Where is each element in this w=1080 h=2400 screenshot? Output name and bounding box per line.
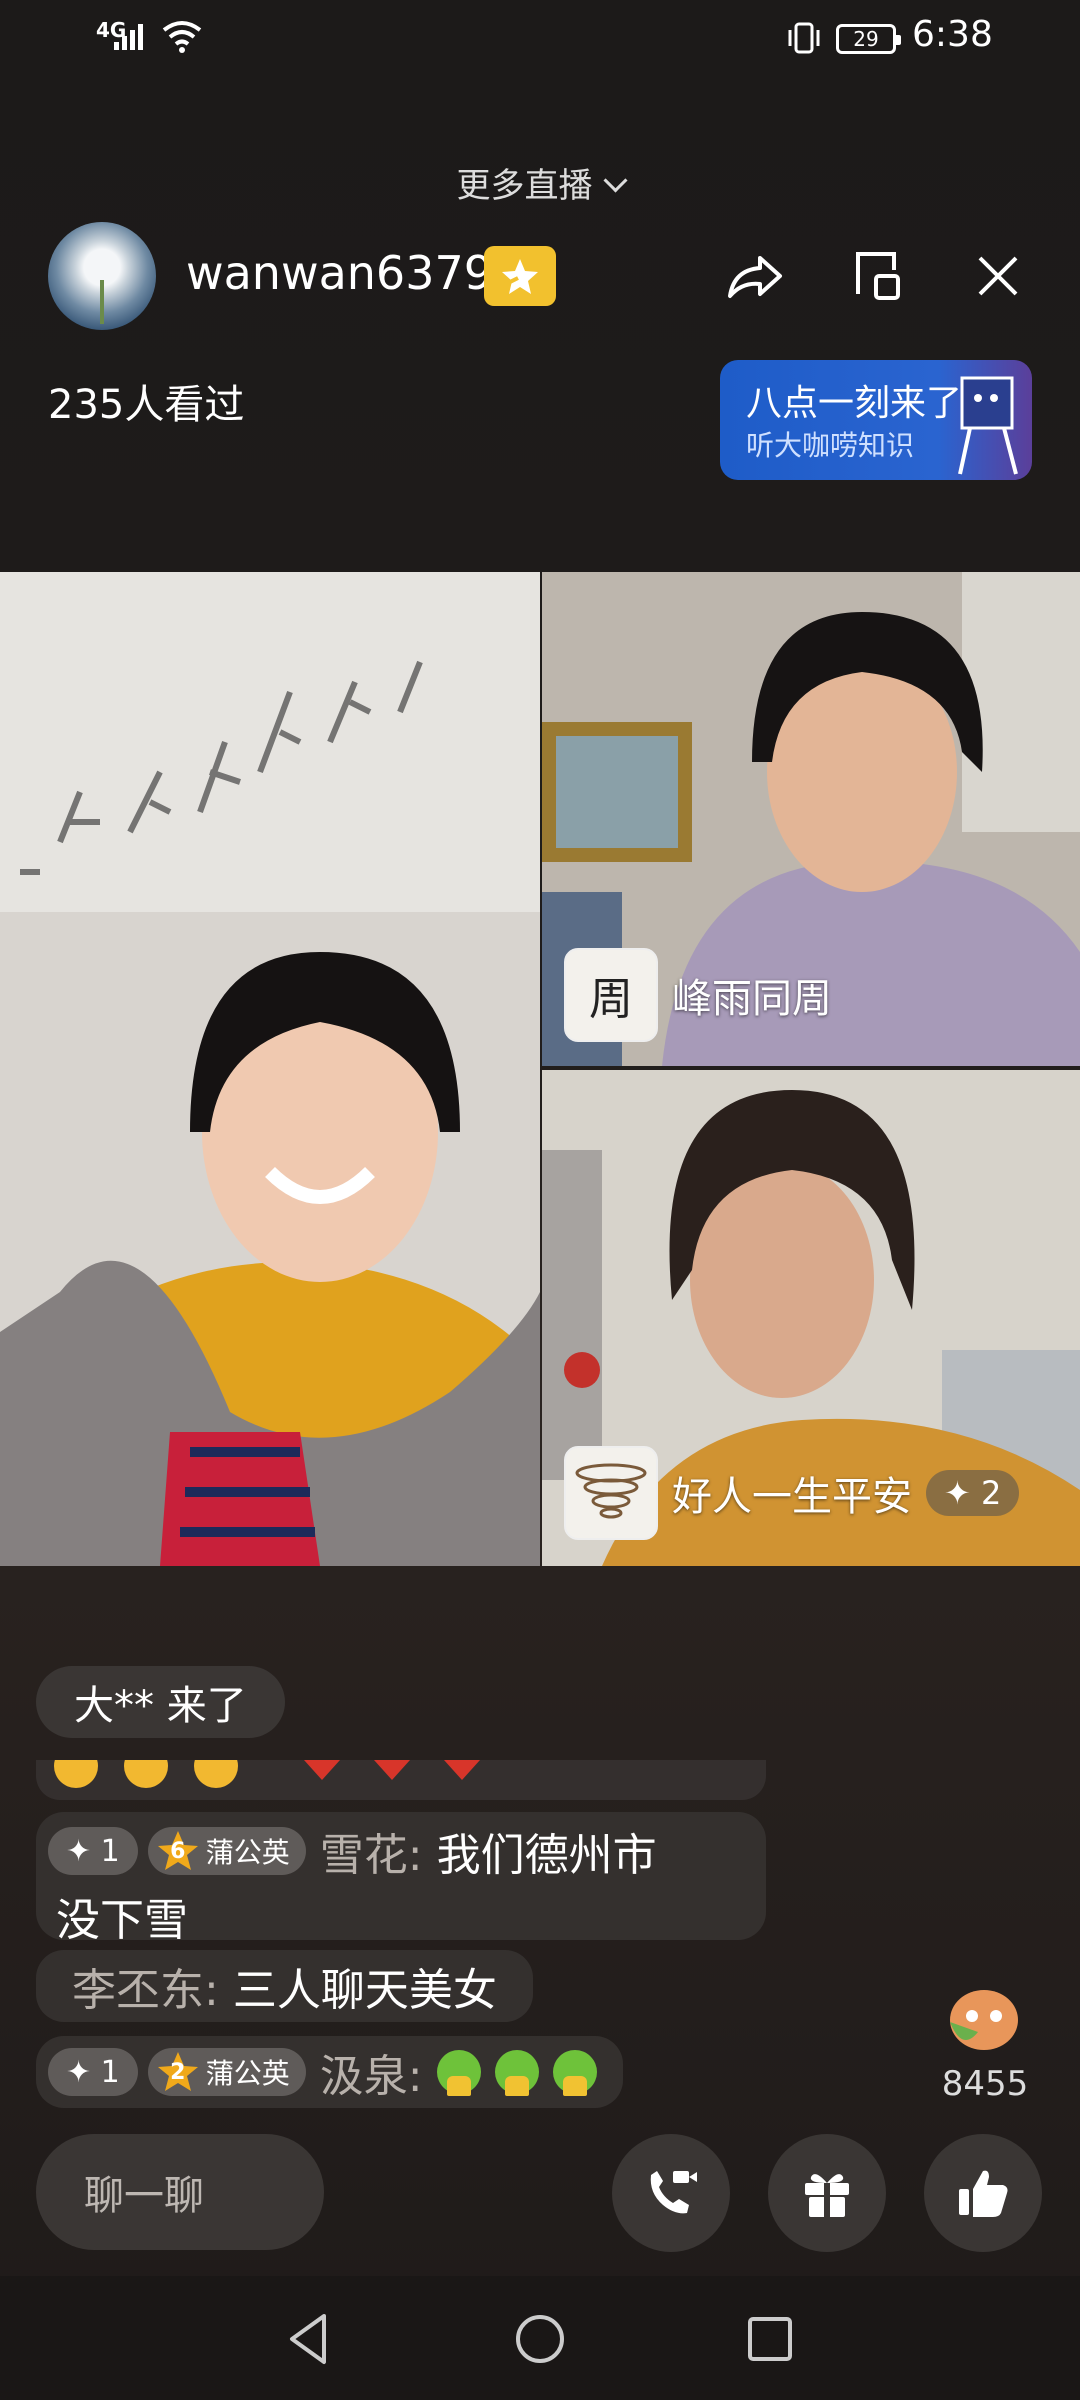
like-animation-icon[interactable] bbox=[942, 1982, 1026, 2052]
level-star-icon: 2 bbox=[156, 2050, 200, 2094]
chat-message: ✦ 1 6 蒲公英 雪花: 我们德州市 没下雪 bbox=[36, 1812, 766, 1946]
signal-icon bbox=[114, 24, 143, 50]
video-call-button[interactable] bbox=[612, 2134, 730, 2252]
more-live-dropdown[interactable]: 更多直播 bbox=[0, 158, 1080, 207]
guest-2-count: ✦ 2 bbox=[926, 1470, 1020, 1516]
thumbs-up-icon bbox=[959, 2170, 1008, 2217]
fan-level-badge[interactable]: 2 蒲公英 bbox=[147, 2048, 306, 2096]
guest-2-avatar[interactable] bbox=[564, 1446, 658, 1540]
spiral-avatar-icon bbox=[575, 1463, 647, 1519]
join-notice: 大** 来了 bbox=[36, 1666, 285, 1738]
chat-text-continued: 没下雪 bbox=[56, 1895, 188, 1946]
like-count: 8455 bbox=[941, 2064, 1029, 2104]
fan-plus-tag[interactable]: ✦ 1 bbox=[48, 1827, 138, 1875]
guest-1-avatar[interactable]: 周 bbox=[564, 948, 658, 1042]
clock: 6:38 bbox=[912, 14, 993, 55]
gift-icon bbox=[805, 2174, 849, 2217]
easel-icon bbox=[958, 376, 1018, 475]
emoji-icon bbox=[552, 2050, 597, 2096]
vip-badge[interactable] bbox=[484, 246, 556, 306]
chat-message: ✦ 1 2 蒲公英 汲泉: bbox=[36, 2036, 623, 2108]
chat-message: 李丕东: 三人聊天美女 bbox=[36, 1950, 533, 2022]
picture-in-picture-icon[interactable] bbox=[844, 244, 908, 308]
guest-video-2[interactable]: 好人一生平安 ✦ 2 bbox=[542, 1070, 1080, 1566]
promo-subtitle: 听大咖唠知识 bbox=[746, 429, 915, 462]
guest-2-label: 好人一生平安 ✦ 2 bbox=[564, 1446, 1020, 1540]
status-bar: 4G 29 6:38 bbox=[0, 0, 1080, 80]
recent-apps-icon[interactable] bbox=[735, 2304, 805, 2374]
level-number: 6 bbox=[170, 1838, 186, 1864]
level-number: 2 bbox=[170, 2059, 186, 2085]
level-star-icon: 6 bbox=[156, 1829, 200, 1873]
like-button[interactable] bbox=[924, 2134, 1042, 2252]
vibrate-icon bbox=[788, 22, 820, 54]
wifi-icon bbox=[162, 21, 202, 53]
chat-username[interactable]: 李丕东: bbox=[72, 1954, 219, 2018]
chat-message-partial bbox=[36, 1760, 766, 1800]
fan-level-badge[interactable]: 6 蒲公英 bbox=[147, 1827, 306, 1875]
fan-badge-label: 蒲公英 bbox=[205, 1836, 290, 1869]
promo-title: 八点一刻来了 bbox=[746, 383, 963, 424]
host-username[interactable]: wanwan6379 bbox=[186, 246, 493, 300]
battery-indicator: 29 bbox=[836, 24, 901, 54]
gift-button[interactable] bbox=[768, 2134, 886, 2252]
home-icon[interactable] bbox=[505, 2304, 575, 2374]
guest-1-label: 周 峰雨同周 bbox=[564, 948, 832, 1042]
share-icon[interactable] bbox=[722, 244, 786, 308]
close-icon[interactable] bbox=[966, 244, 1030, 308]
host-video[interactable] bbox=[0, 572, 540, 1566]
chat-username[interactable]: 雪花: bbox=[320, 1819, 423, 1883]
chat-text: 我们德州市 bbox=[436, 1830, 657, 1881]
guest-video-1[interactable]: 周 峰雨同周 bbox=[542, 572, 1080, 1066]
star-icon bbox=[501, 259, 538, 294]
promo-banner[interactable]: 八点一刻来了 听大咖唠知识 bbox=[720, 360, 1032, 480]
chat-text: 三人聊天美女 bbox=[232, 1965, 497, 2016]
more-live-label: 更多直播 bbox=[456, 166, 593, 206]
fan-badge-label: 蒲公英 bbox=[205, 2057, 290, 2090]
chat-input[interactable]: 聊一聊 bbox=[36, 2134, 324, 2250]
host-avatar[interactable] bbox=[48, 222, 156, 330]
phone-video-icon bbox=[650, 2171, 697, 2214]
back-icon[interactable] bbox=[274, 2304, 344, 2374]
emoji-row bbox=[54, 1760, 480, 1788]
fan-plus-tag[interactable]: ✦ 1 bbox=[48, 2048, 138, 2096]
chat-username[interactable]: 汲泉: bbox=[320, 2040, 423, 2104]
guest-1-name: 峰雨同周 bbox=[672, 976, 832, 1022]
host-video-frame bbox=[0, 572, 540, 1566]
emoji-icon bbox=[436, 2050, 481, 2096]
chevron-down-icon bbox=[602, 168, 628, 193]
emoji-icon bbox=[494, 2050, 539, 2096]
viewer-count: 235人看过 bbox=[48, 382, 245, 428]
guest-2-name: 好人一生平安 bbox=[672, 1474, 912, 1520]
